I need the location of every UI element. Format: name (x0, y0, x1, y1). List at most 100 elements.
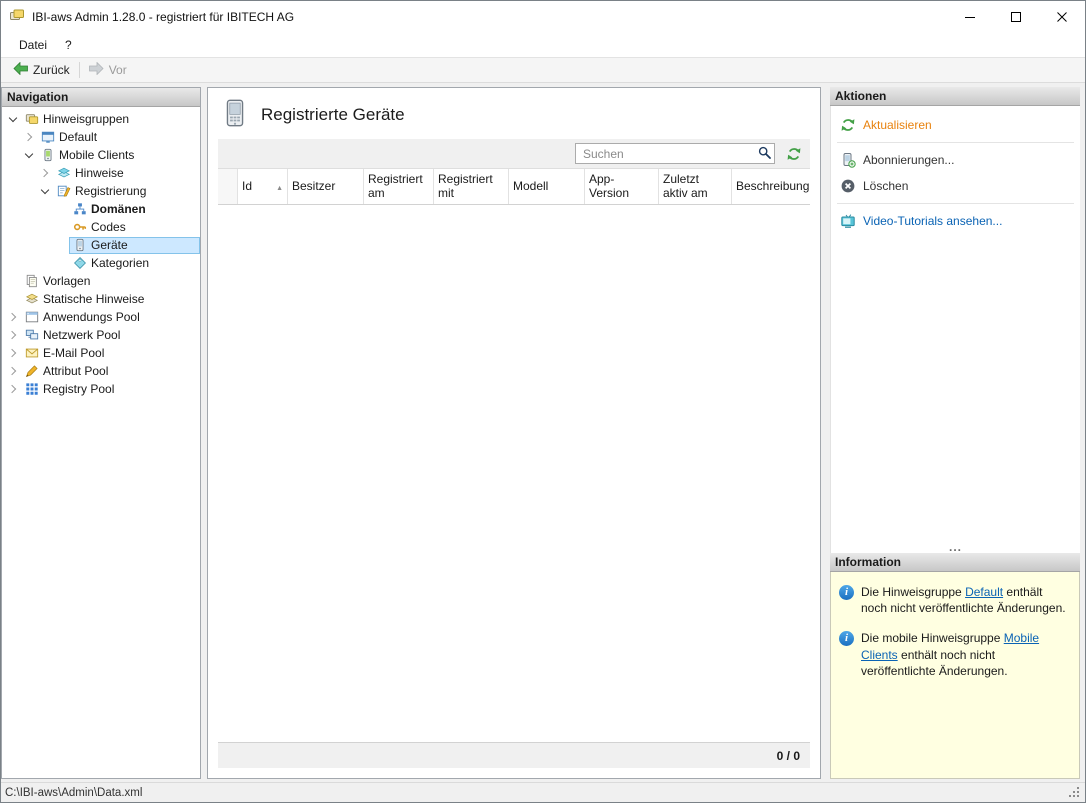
refresh-button[interactable] (784, 144, 804, 164)
column-header-besitzer[interactable]: Besitzer (288, 169, 364, 204)
info-link-default[interactable]: Default (965, 585, 1003, 599)
tree-item-statische-hinweise[interactable]: Statische Hinweise (2, 290, 200, 308)
chevron-right-icon[interactable] (37, 165, 53, 181)
chevron-down-icon[interactable] (37, 183, 53, 199)
back-arrow-icon (13, 62, 28, 78)
table-body[interactable] (218, 205, 810, 742)
table-header: Id Besitzer Registriert am Registriert m… (218, 169, 810, 205)
search-input[interactable] (575, 143, 775, 164)
table-footer: 0 / 0 (218, 742, 810, 768)
window-title: IBI-aws Admin 1.28.0 - registriert für I… (32, 10, 294, 24)
tree-item-default[interactable]: Default (2, 128, 200, 146)
chevron-placeholder (53, 237, 69, 253)
tree-item-hinweise[interactable]: Hinweise (2, 164, 200, 182)
column-header-beschreibung[interactable]: Beschreibung (732, 169, 810, 204)
chevron-placeholder (5, 291, 21, 307)
right-panel: Aktionen Aktualisieren Abonnierungen... … (830, 87, 1080, 779)
data-file-path: C:\IBI-aws\Admin\Data.xml (5, 787, 142, 799)
device-grid: Id Besitzer Registriert am Registriert m… (218, 139, 810, 768)
column-label: Registriert am (368, 173, 429, 201)
forward-arrow-icon (89, 62, 104, 78)
information-list: Die Hinweisgruppe Default enthält noch n… (830, 572, 1080, 779)
column-header-id[interactable]: Id (238, 169, 288, 204)
info-text-before: Die mobile Hinweisgruppe (861, 631, 1004, 645)
info-message-mobile-clients: Die mobile Hinweisgruppe Mobile Clients … (839, 630, 1071, 679)
tree-item-domaenen[interactable]: Domänen (2, 200, 200, 218)
action-abonnierungen[interactable]: Abonnierungen... (831, 147, 1080, 173)
tree-item-vorlagen[interactable]: Vorlagen (2, 272, 200, 290)
column-header-modell[interactable]: Modell (509, 169, 585, 204)
hinweise-icon (57, 166, 71, 180)
tree-item-codes[interactable]: Codes (2, 218, 200, 236)
menu-bar: Datei ? (1, 32, 1085, 57)
tree-item-label: Statische Hinweise (43, 292, 144, 306)
tree-item-label: Domänen (91, 202, 146, 216)
tree-item-netzwerk-pool[interactable]: Netzwerk Pool (2, 326, 200, 344)
search-icon[interactable] (758, 146, 771, 162)
action-video-tutorials[interactable]: Video-Tutorials ansehen... (831, 208, 1080, 234)
maximize-button[interactable] (993, 1, 1039, 32)
notice-groups-icon (25, 112, 39, 126)
chevron-down-icon[interactable] (21, 147, 37, 163)
tree-item-attribut-pool[interactable]: Attribut Pool (2, 362, 200, 380)
tree-item-label: Default (59, 130, 97, 144)
registrierung-icon (57, 184, 71, 198)
chevron-right-icon[interactable] (21, 129, 37, 145)
column-header-app-version[interactable]: App-Version (585, 169, 659, 204)
tree-item-label: Registry Pool (43, 382, 114, 396)
subscriptions-icon (840, 152, 856, 168)
tree-item-registry-pool[interactable]: Registry Pool (2, 380, 200, 398)
resize-grip[interactable] (1069, 787, 1081, 799)
tree-item-label: Attribut Pool (43, 364, 108, 378)
selected-tree-node[interactable]: Geräte (69, 237, 200, 254)
action-aktualisieren[interactable]: Aktualisieren (831, 112, 1080, 138)
chevron-down-icon[interactable] (5, 111, 21, 127)
tree-item-label: Registrierung (75, 184, 146, 198)
column-label: App-Version (589, 173, 654, 201)
chevron-right-icon[interactable] (5, 309, 21, 325)
action-loeschen[interactable]: Löschen (831, 173, 1080, 199)
main-header: Registrierte Geräte (208, 88, 820, 139)
back-button[interactable]: Zurück (6, 60, 77, 80)
column-label: Modell (513, 180, 548, 194)
tree-item-anwendungs-pool[interactable]: Anwendungs Pool (2, 308, 200, 326)
kategorien-icon (73, 256, 87, 270)
record-count: 0 / 0 (777, 749, 800, 763)
column-label: Zuletzt aktiv am (663, 173, 727, 201)
info-icon (839, 585, 854, 600)
app-window: IBI-aws Admin 1.28.0 - registriert für I… (0, 0, 1086, 803)
tree-item-email-pool[interactable]: E-Mail Pool (2, 344, 200, 362)
close-button[interactable] (1039, 1, 1085, 32)
chevron-right-icon[interactable] (5, 345, 21, 361)
menu-datei[interactable]: Datei (10, 35, 56, 55)
actions-overflow-handle[interactable]: ... (831, 542, 1080, 552)
menu-help[interactable]: ? (56, 35, 81, 55)
column-header-registriert-am[interactable]: Registriert am (364, 169, 434, 204)
title-bar: IBI-aws Admin 1.28.0 - registriert für I… (1, 1, 1085, 32)
tree-item-geraete[interactable]: Geräte (2, 236, 200, 254)
tree-item-label: Geräte (91, 238, 128, 252)
tree-item-kategorien[interactable]: Kategorien (2, 254, 200, 272)
tree-item-hinweisgruppen[interactable]: Hinweisgruppen (2, 110, 200, 128)
netzwerk-pool-icon (25, 328, 39, 342)
tree-item-mobile-clients[interactable]: Mobile Clients (2, 146, 200, 164)
chevron-right-icon[interactable] (5, 381, 21, 397)
table-toolbar (218, 139, 810, 169)
chevron-right-icon[interactable] (5, 363, 21, 379)
minimize-button[interactable] (947, 1, 993, 32)
anwendungs-pool-icon (25, 310, 39, 324)
info-icon (839, 631, 854, 646)
forward-button[interactable]: Vor (82, 60, 134, 80)
default-group-icon (41, 130, 55, 144)
action-label: Aktualisieren (863, 118, 932, 132)
chevron-placeholder (53, 201, 69, 217)
tree-item-label: Kategorien (91, 256, 149, 270)
tree-item-registrierung[interactable]: Registrierung (2, 182, 200, 200)
app-icon[interactable] (9, 7, 25, 26)
geraete-icon (73, 238, 87, 252)
column-header-registriert-mit[interactable]: Registriert mit (434, 169, 509, 204)
navigation-tree: Hinweisgruppen Default Mobile Clients Hi… (2, 107, 200, 778)
column-header-zuletzt-aktiv-am[interactable]: Zuletzt aktiv am (659, 169, 732, 204)
chevron-right-icon[interactable] (5, 327, 21, 343)
tree-item-label: Hinweise (75, 166, 124, 180)
